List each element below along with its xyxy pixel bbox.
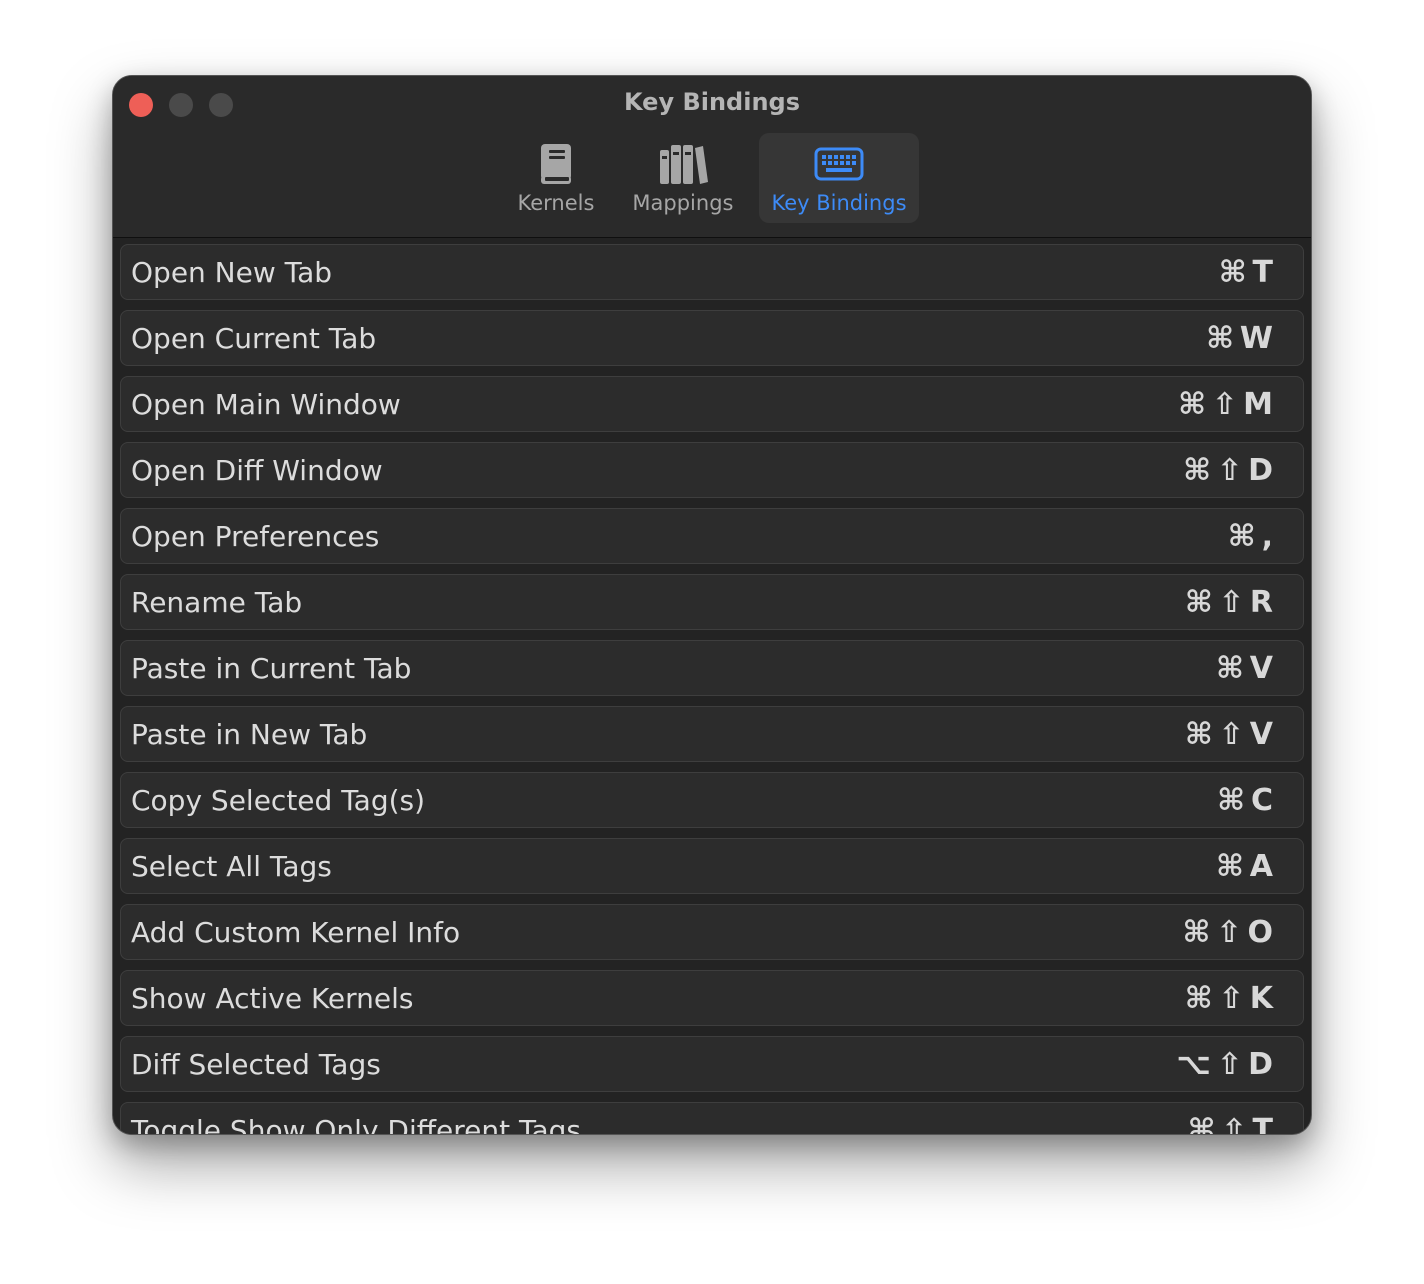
binding-label: Open Diff Window xyxy=(131,453,383,487)
binding-row[interactable]: Open Diff Window ⌘⇧D xyxy=(120,442,1304,498)
binding-row[interactable]: Open New Tab ⌘T xyxy=(120,244,1304,300)
library-icon xyxy=(658,141,708,187)
tab-key-bindings-label: Key Bindings xyxy=(771,191,907,215)
binding-row[interactable]: Select All Tags ⌘A xyxy=(120,838,1304,894)
binding-row[interactable]: Paste in New Tab ⌘⇧V xyxy=(120,706,1304,762)
binding-label: Open Preferences xyxy=(131,519,380,553)
book-icon xyxy=(538,141,574,187)
binding-label: Open Current Tab xyxy=(131,321,377,355)
binding-label: Select All Tags xyxy=(131,849,332,883)
binding-shortcut: ⌘⇧M xyxy=(1178,386,1279,422)
key-bindings-window: Key Bindings Kernels Mappings Key Bindin… xyxy=(112,75,1312,1135)
binding-row[interactable]: Paste in Current Tab ⌘V xyxy=(120,640,1304,696)
binding-label: Diff Selected Tags xyxy=(131,1047,381,1081)
binding-shortcut: ⌘⇧R xyxy=(1184,584,1279,620)
titlebar: Key Bindings Kernels Mappings Key Bindin… xyxy=(113,76,1311,238)
tab-kernels[interactable]: Kernels xyxy=(505,133,606,223)
keyboard-icon xyxy=(814,141,864,187)
binding-label: Open New Tab xyxy=(131,255,333,289)
binding-label: Toggle Show Only Different Tags xyxy=(131,1113,582,1135)
binding-shortcut: ⌘W xyxy=(1206,320,1279,356)
binding-shortcut: ⌘⇧T xyxy=(1187,1112,1279,1135)
binding-row[interactable]: Rename Tab ⌘⇧R xyxy=(120,574,1304,630)
binding-label: Add Custom Kernel Info xyxy=(131,915,461,949)
binding-row[interactable]: Open Preferences ⌘, xyxy=(120,508,1304,564)
tab-mappings[interactable]: Mappings xyxy=(620,133,745,223)
binding-row[interactable]: Diff Selected Tags ⌥⇧D xyxy=(120,1036,1304,1092)
binding-shortcut: ⌘⇧O xyxy=(1182,914,1279,950)
binding-shortcut: ⌥⇧D xyxy=(1176,1046,1279,1082)
binding-row[interactable]: Show Active Kernels ⌘⇧K xyxy=(120,970,1304,1026)
binding-label: Open Main Window xyxy=(131,387,401,421)
binding-row[interactable]: Toggle Show Only Different Tags ⌘⇧T xyxy=(120,1102,1304,1134)
key-bindings-list[interactable]: Open New Tab ⌘T Open Current Tab ⌘W Open… xyxy=(120,244,1304,1134)
binding-row[interactable]: Copy Selected Tag(s) ⌘C xyxy=(120,772,1304,828)
window-title: Key Bindings xyxy=(623,88,800,116)
preferences-toolbar: Kernels Mappings Key Bindings xyxy=(113,133,1311,223)
binding-label: Show Active Kernels xyxy=(131,981,414,1015)
binding-shortcut: ⌘V xyxy=(1215,650,1279,686)
binding-row[interactable]: Add Custom Kernel Info ⌘⇧O xyxy=(120,904,1304,960)
tab-key-bindings[interactable]: Key Bindings xyxy=(759,133,919,223)
tab-mappings-label: Mappings xyxy=(632,191,734,215)
binding-shortcut: ⌘C xyxy=(1217,782,1279,818)
binding-label: Paste in New Tab xyxy=(131,717,368,751)
binding-row[interactable]: Open Main Window ⌘⇧M xyxy=(120,376,1304,432)
binding-row[interactable]: Open Current Tab ⌘W xyxy=(120,310,1304,366)
binding-label: Rename Tab xyxy=(131,585,303,619)
tab-kernels-label: Kernels xyxy=(517,191,595,215)
binding-shortcut: ⌘, xyxy=(1227,518,1279,554)
binding-shortcut: ⌘⇧K xyxy=(1184,980,1279,1016)
binding-label: Copy Selected Tag(s) xyxy=(131,783,426,817)
binding-shortcut: ⌘A xyxy=(1215,848,1279,884)
binding-shortcut: ⌘T xyxy=(1218,254,1279,290)
binding-shortcut: ⌘⇧D xyxy=(1183,452,1279,488)
binding-shortcut: ⌘⇧V xyxy=(1184,716,1279,752)
binding-label: Paste in Current Tab xyxy=(131,651,412,685)
